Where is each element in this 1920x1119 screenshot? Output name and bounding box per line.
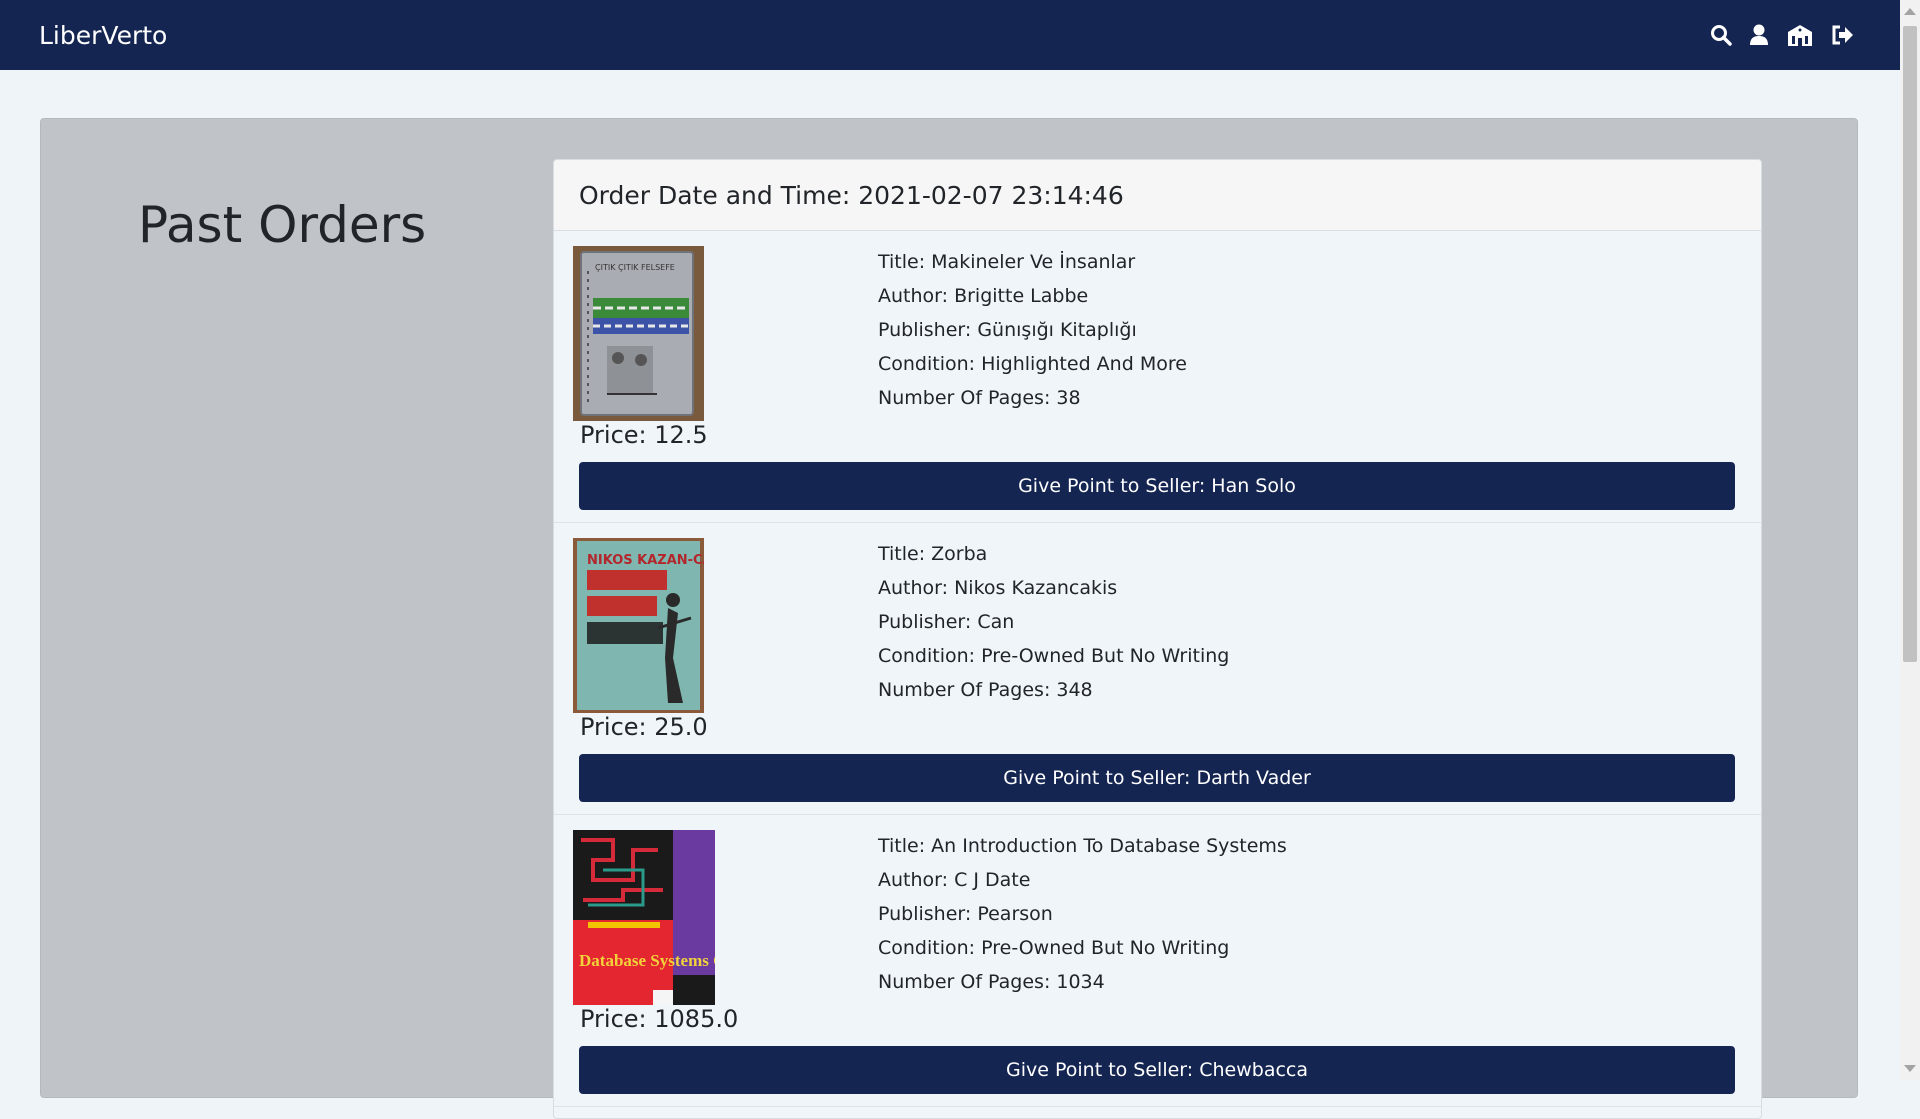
page-scrollbar[interactable] [1900, 0, 1920, 1080]
give-point-button[interactable]: Give Point to Seller: Chewbacca [579, 1046, 1735, 1094]
item-price: Price: 25.0 [580, 713, 708, 741]
book-author: Author: C J Date [878, 869, 1031, 891]
scroll-down-arrow-icon[interactable] [1904, 1065, 1916, 1072]
book-cover-image: ÇITIK ÇITIK FELSEFE [573, 246, 704, 421]
book-publisher: Publisher: Günışığı Kitaplığı [878, 319, 1137, 341]
scroll-up-arrow-icon[interactable] [1904, 8, 1916, 15]
order-card: Order Date and Time: 2021-02-07 23:14:46… [553, 159, 1762, 1119]
book-cover-image: Database Systems C.J. Date [573, 830, 715, 1005]
logout-icon[interactable] [1831, 24, 1855, 46]
brand-link[interactable]: LiberVerto [39, 21, 167, 50]
book-publisher: Publisher: Pearson [878, 903, 1053, 925]
item-price: Price: 12.5 [580, 421, 708, 449]
item-price: Price: 1085.0 [580, 1005, 739, 1033]
book-details: Title: Zorba Author: Nikos Kazancakis Pu… [878, 537, 1229, 707]
book-title: Title: An Introduction To Database Syste… [878, 835, 1287, 857]
cover-text: NIKOS KAZAN-CAKIS ZORBA [587, 553, 704, 568]
book-title: Title: Zorba [878, 543, 988, 565]
give-point-button[interactable]: Give Point to Seller: Han Solo [579, 462, 1735, 510]
book-cover-image: NIKOS KAZAN-CAKIS ZORBA [573, 538, 704, 713]
shop-icon[interactable] [1786, 24, 1814, 46]
order-item: ÇITIK ÇITIK FELSEFE Price: 12.5 Title: M… [554, 231, 1761, 523]
give-point-button[interactable]: Give Point to Seller: Darth Vader [579, 754, 1735, 802]
navbar: LiberVerto [0, 0, 1900, 70]
order-item: Database Systems C.J. Date Price: 1085.0… [554, 815, 1761, 1107]
book-pages: Number Of Pages: 348 [878, 679, 1093, 701]
book-author: Author: Nikos Kazancakis [878, 577, 1118, 599]
book-condition: Condition: Pre-Owned But No Writing [878, 937, 1230, 959]
book-condition: Condition: Highlighted And More [878, 353, 1187, 375]
search-icon[interactable] [1710, 24, 1732, 46]
book-title: Title: Makineler Ve İnsanlar [878, 251, 1136, 273]
nav-icons [1710, 24, 1855, 46]
book-details: Title: An Introduction To Database Syste… [878, 829, 1287, 999]
book-pages: Number Of Pages: 1034 [878, 971, 1105, 993]
order-item: NIKOS KAZAN-CAKIS ZORBA Price: 25.0 Titl… [554, 523, 1761, 815]
cover-text: ÇITIK ÇITIK FELSEFE [595, 263, 675, 272]
user-icon[interactable] [1749, 24, 1769, 46]
order-date-header: Order Date and Time: 2021-02-07 23:14:46 [554, 160, 1761, 231]
cover-text: Database Systems C.J. Date [579, 951, 715, 970]
page-title: Past Orders [138, 196, 427, 254]
scrollbar-thumb[interactable] [1903, 26, 1917, 662]
book-author: Author: Brigitte Labbe [878, 285, 1089, 307]
book-condition: Condition: Pre-Owned But No Writing [878, 645, 1230, 667]
book-pages: Number Of Pages: 38 [878, 387, 1081, 409]
book-publisher: Publisher: Can [878, 611, 1015, 633]
book-details: Title: Makineler Ve İnsanlar Author: Bri… [878, 245, 1187, 415]
